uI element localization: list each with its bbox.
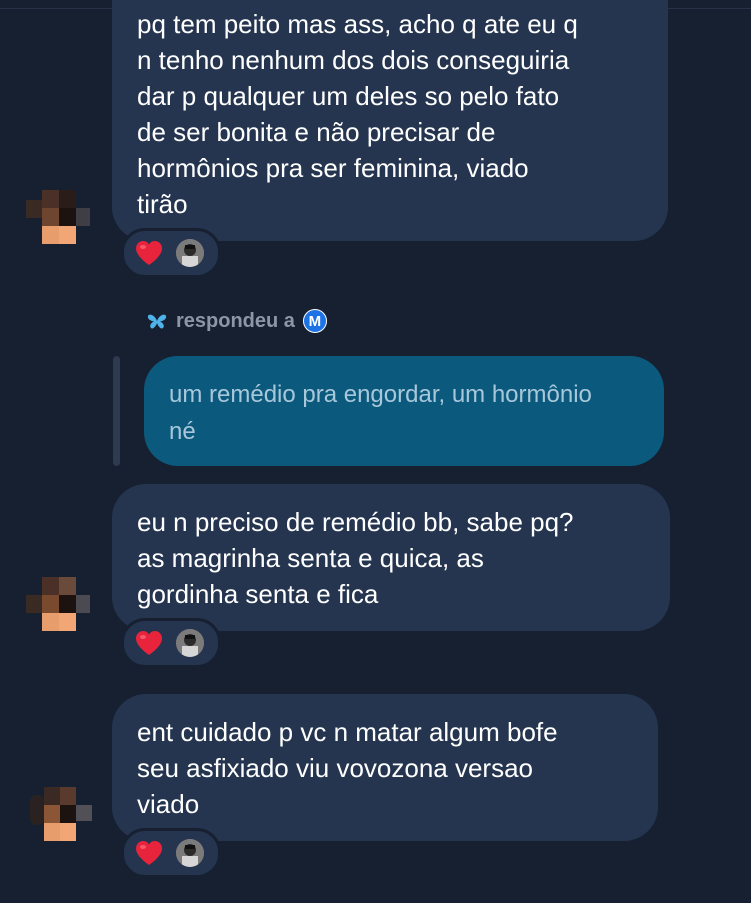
reply-label: respondeu a: [176, 309, 295, 332]
reply-header: respondeu a M: [146, 307, 327, 335]
reactor-avatar-icon: [176, 839, 204, 867]
sender-avatar[interactable]: [30, 787, 94, 841]
heart-icon: [136, 631, 162, 655]
reply-indicator-bar: [113, 356, 120, 466]
message-bubble[interactable]: ent cuidado p vc n matar algum bofe seu …: [112, 694, 658, 841]
heart-icon: [136, 841, 162, 865]
sender-avatar[interactable]: [26, 577, 90, 631]
quoted-message-bubble[interactable]: um remédio pra engordar, um hormônio né: [144, 356, 664, 466]
message-bubble[interactable]: pq tem peito mas ass, acho q ate eu q n …: [112, 0, 668, 241]
reactor-avatar-icon: [176, 629, 204, 657]
reaction-pill[interactable]: [121, 828, 221, 878]
butterfly-icon: [147, 314, 167, 329]
replied-user-badge-icon[interactable]: M: [302, 309, 327, 333]
message-bubble[interactable]: eu n preciso de remédio bb, sabe pq? as …: [112, 484, 670, 631]
reaction-pill[interactable]: [121, 618, 221, 668]
reaction-pill[interactable]: [121, 228, 221, 278]
heart-icon: [136, 241, 162, 265]
reactor-avatar-icon: [176, 239, 204, 267]
sender-avatar[interactable]: [26, 190, 90, 244]
